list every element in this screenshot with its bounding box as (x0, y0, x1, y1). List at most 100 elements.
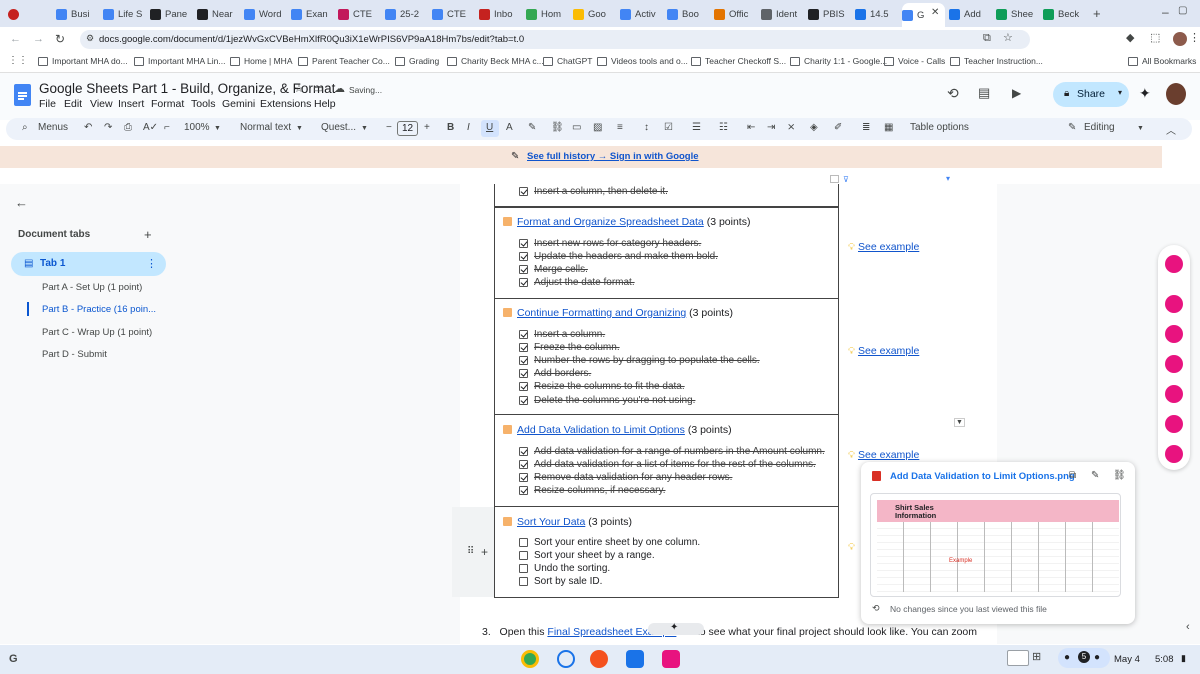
menu-extensions[interactable]: Extensions (260, 98, 311, 110)
menu-gemini[interactable]: Gemini (222, 98, 255, 110)
checklist-item[interactable]: Adjust the date format. (519, 277, 635, 288)
browser-tab[interactable]: Word (244, 4, 287, 24)
browser-tab[interactable]: Beck (1043, 4, 1086, 24)
checklist-item[interactable]: Add borders. (519, 368, 591, 379)
bold-icon[interactable]: B (447, 122, 454, 133)
copy-link-icon[interactable]: ⧉ (1069, 471, 1076, 481)
align-icon[interactable]: ≡ (617, 122, 623, 133)
classroom-app-icon[interactable] (626, 650, 644, 668)
checklist-item[interactable]: Sort your entire sheet by one column. (519, 537, 700, 548)
user-avatar[interactable] (1166, 83, 1186, 105)
browser-tab[interactable]: Life S (103, 4, 146, 24)
checkbox[interactable] (519, 356, 528, 366)
checkbox[interactable] (519, 382, 528, 392)
link-icon[interactable]: ⛓ (551, 122, 564, 133)
bookmark-item[interactable]: Home | MHA (230, 56, 293, 66)
play-icon[interactable] (1165, 295, 1183, 313)
checkbox[interactable] (519, 551, 528, 561)
border-width-icon[interactable]: ≣ (862, 122, 870, 133)
tab-options-icon[interactable]: ⋮ (146, 257, 157, 270)
checklist-item[interactable]: Freeze the column. (519, 342, 620, 353)
outline-part-d[interactable]: Part D - Submit (42, 349, 107, 360)
doc-title[interactable]: Google Sheets Part 1 - Build, Organize, … (39, 81, 335, 96)
bookmark-item[interactable]: Videos tools and o... (597, 56, 688, 66)
checklist-item[interactable]: Sort your sheet by a range. (519, 550, 655, 561)
popup-filename[interactable]: Add Data Validation to Limit Options.png (890, 471, 1075, 482)
font-select[interactable]: Quest... (321, 122, 356, 133)
tab-1-item[interactable] (11, 252, 166, 276)
bookmark-item[interactable]: Grading (395, 56, 439, 66)
minimize-icon[interactable]: – (1162, 6, 1169, 18)
back-icon[interactable]: ← (10, 34, 21, 45)
zoom-select[interactable]: 100% (184, 122, 210, 133)
checkbox[interactable] (519, 577, 528, 587)
sign-in-history-link[interactable]: See full history → Sign in with Google (527, 151, 699, 162)
menu-view[interactable]: View (90, 98, 113, 110)
indent-marker-icon[interactable]: ⊽ (843, 175, 849, 184)
table-options-button[interactable]: Table options (910, 122, 969, 133)
browser-tab[interactable]: Add (949, 4, 992, 24)
menu-insert[interactable]: Insert (118, 98, 144, 110)
phone-app-icon[interactable] (557, 650, 575, 668)
forward-icon[interactable]: → (33, 34, 44, 45)
browser-tab[interactable]: Near (197, 4, 240, 24)
calendar-icon[interactable] (1165, 255, 1183, 273)
chrome-menu-icon[interactable]: ⋮ (1189, 33, 1200, 44)
browser-tab[interactable]: 14.5 (855, 4, 898, 24)
extensions-puzzle-icon[interactable]: ⬚ (1150, 33, 1160, 44)
share-button[interactable]: 🔒︎ Share ▾ (1053, 82, 1129, 107)
add-comment-icon[interactable]: ▭ (572, 122, 581, 133)
checkbox[interactable] (519, 447, 528, 456)
browser-tab[interactable] (8, 4, 50, 24)
new-tab-icon[interactable]: + (1093, 7, 1101, 20)
checklist-item[interactable]: Resize the columns to fit the data. (519, 381, 685, 392)
outline-part-b[interactable]: Part B - Practice (16 poin... (42, 304, 156, 315)
checkbox[interactable] (519, 460, 528, 470)
checklist-item[interactable]: Add data validation for a list of items … (519, 459, 816, 470)
browser-tab[interactable]: Inbo (479, 4, 522, 24)
reload-icon[interactable]: ↻ (55, 33, 65, 45)
launcher-icon[interactable]: G (9, 653, 18, 665)
comments-icon[interactable]: ▤ (978, 86, 990, 99)
checkbox[interactable] (519, 395, 528, 405)
undo-icon[interactable]: ↶ (84, 122, 92, 133)
pen-tool-icon[interactable] (1165, 415, 1183, 433)
bookmark-star-icon[interactable]: ☆ (1003, 33, 1013, 44)
clear-formatting-icon[interactable]: ⨯ (787, 122, 795, 133)
remove-link-icon[interactable]: ⛓ (1113, 471, 1126, 481)
menus-search[interactable]: Menus (38, 122, 68, 133)
meet-icon[interactable]: ▶ (1012, 87, 1021, 99)
chat-icon[interactable] (1165, 445, 1183, 463)
increase-font-icon[interactable]: + (424, 122, 430, 133)
see-example-link[interactable]: See example (858, 345, 919, 357)
bookmark-item[interactable]: Important MHA do... (38, 56, 128, 66)
all-bookmarks[interactable]: All Bookmarks (1128, 56, 1196, 66)
checkbox[interactable] (519, 187, 528, 196)
see-example-link[interactable]: See example (858, 241, 919, 253)
bulleted-list-icon[interactable]: ☰ (692, 122, 701, 133)
checkbox[interactable] (519, 473, 528, 483)
search-menus-icon[interactable]: ⌕ (22, 122, 28, 133)
checklist-item[interactable]: Undo the sorting. (519, 563, 610, 574)
browser-tab[interactable]: 25-2 (385, 4, 428, 24)
bookmark-item[interactable]: Teacher Instruction... (950, 56, 1043, 66)
redo-icon[interactable]: ↷ (104, 122, 112, 133)
bookmark-item[interactable]: Charity Beck MHA c... (447, 56, 544, 66)
outline-part-c[interactable]: Part C - Wrap Up (1 point) (42, 327, 152, 338)
bookmark-item[interactable]: Teacher Checkoff S... (691, 56, 786, 66)
line-spacing-icon[interactable]: ↕ (644, 122, 649, 133)
checklist-item[interactable]: Add data validation for a range of numbe… (519, 446, 825, 457)
drag-handle-icon[interactable]: ⠿ (467, 546, 474, 557)
edit-icon[interactable] (1165, 355, 1183, 373)
browser-tab[interactable]: Pane (150, 4, 193, 24)
add-row-icon[interactable]: + (481, 545, 488, 559)
browser-tab[interactable]: Activ (620, 4, 663, 24)
see-example-link[interactable]: See example (858, 449, 919, 461)
move-folder-icon[interactable]: ▭ (313, 84, 323, 95)
menu-format[interactable]: Format (151, 98, 184, 110)
history-icon[interactable]: ⟲ (947, 86, 959, 100)
checklist-icon[interactable]: ☑ (664, 122, 673, 133)
section-link[interactable]: Continue Formatting and Organizing (517, 307, 686, 319)
browser-tab[interactable]: Shee (996, 4, 1039, 24)
checkbox[interactable] (519, 265, 528, 275)
